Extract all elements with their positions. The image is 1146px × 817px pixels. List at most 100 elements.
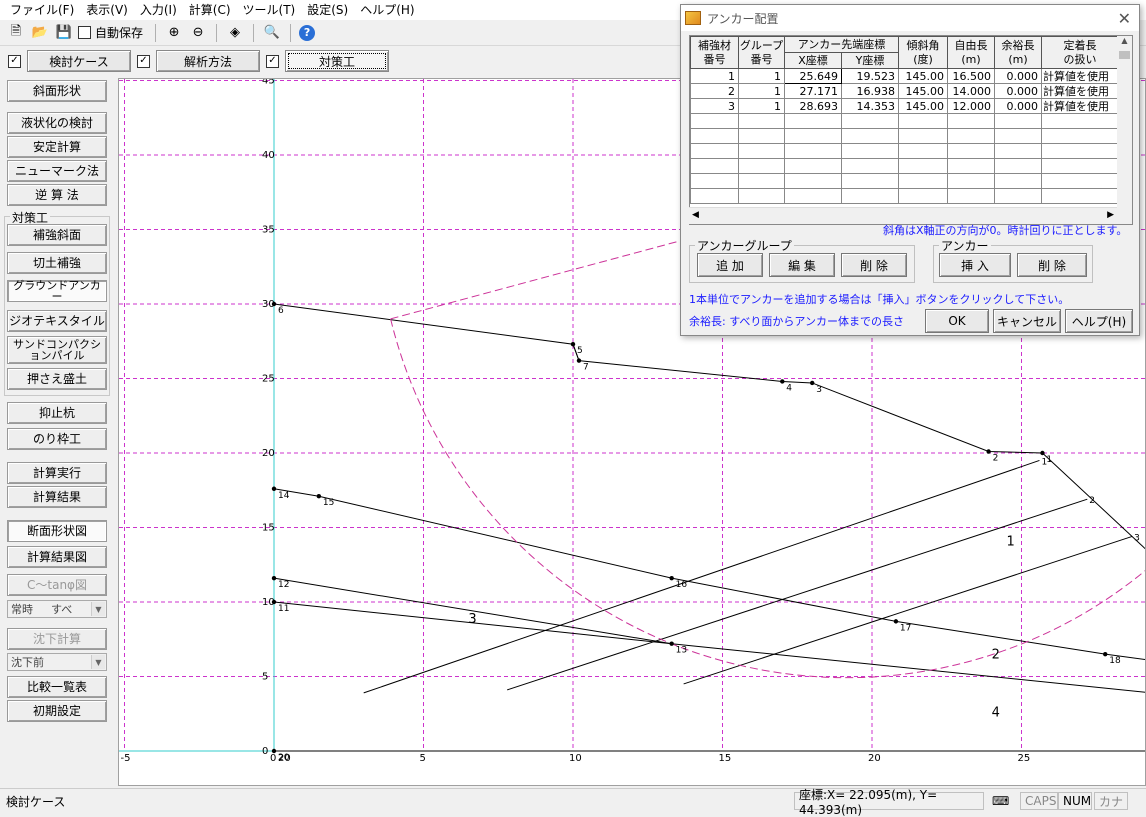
- initial-setting-button[interactable]: 初期設定: [7, 700, 107, 722]
- liquefaction-button[interactable]: 液状化の検討: [7, 112, 107, 134]
- table-cell-y[interactable]: [841, 188, 899, 204]
- table-cell-margin[interactable]: [994, 173, 1042, 189]
- table-cell-margin[interactable]: [994, 143, 1042, 159]
- geotextile-button[interactable]: ジオテキスタイル: [7, 310, 107, 332]
- table-cell-x[interactable]: [784, 158, 842, 174]
- edit-group-button[interactable]: 編 集: [769, 253, 835, 277]
- close-icon[interactable]: ✕: [1118, 9, 1131, 28]
- table-cell-x[interactable]: [784, 143, 842, 159]
- table-row[interactable]: 2 1 27.171 16.938 145.00 14.000 0.000 計算値を使用: [690, 83, 1119, 99]
- table-cell-no[interactable]: 2: [690, 83, 739, 99]
- zoom-in-icon[interactable]: ⊕: [164, 23, 184, 43]
- table-cell-group[interactable]: [738, 158, 785, 174]
- print-preview-icon[interactable]: 🔍: [262, 23, 282, 43]
- table-row[interactable]: 1 1 25.649 19.523 145.00 16.500 0.000 計算値を使用: [690, 68, 1119, 84]
- chevron-down-icon[interactable]: ▼: [91, 602, 105, 616]
- table-cell-margin[interactable]: [994, 188, 1042, 204]
- ok-button[interactable]: OK: [925, 309, 989, 333]
- table-cell-angle[interactable]: 145.00: [898, 98, 948, 114]
- table-cell-margin[interactable]: [994, 158, 1042, 174]
- table-row[interactable]: [690, 113, 1119, 129]
- table-cell-angle[interactable]: [898, 113, 948, 129]
- table-cell-y[interactable]: 14.353: [841, 98, 899, 114]
- delete-group-button[interactable]: 削 除: [841, 253, 907, 277]
- table-cell-x[interactable]: 27.171: [784, 83, 842, 99]
- cancel-button[interactable]: キャンセル: [993, 309, 1061, 333]
- run-calc-button[interactable]: 計算実行: [7, 462, 107, 484]
- help-button[interactable]: ヘルプ(H): [1065, 309, 1133, 333]
- table-cell-no[interactable]: [690, 173, 739, 189]
- menu-item[interactable]: ツール(T): [237, 0, 302, 20]
- table-row[interactable]: [690, 158, 1119, 174]
- table-cell-y[interactable]: [841, 158, 899, 174]
- table-cell-y[interactable]: [841, 113, 899, 129]
- section-view-button[interactable]: 断面形状図: [7, 520, 107, 542]
- zoom-out-icon[interactable]: ⊖: [188, 23, 208, 43]
- sand-compaction-button[interactable]: サンドコンパクションパイル: [7, 336, 107, 364]
- frame-button[interactable]: のり枠工: [7, 428, 107, 450]
- table-cell-y[interactable]: 16.938: [841, 83, 899, 99]
- cut-reinforce-button[interactable]: 切土補強: [7, 252, 107, 274]
- scroll-left-icon[interactable]: ◀: [692, 210, 699, 220]
- calc-result-button[interactable]: 計算結果: [7, 486, 107, 508]
- delete-anchor-button[interactable]: 削 除: [1017, 253, 1087, 277]
- menu-item[interactable]: 表示(V): [80, 0, 134, 20]
- table-cell-margin[interactable]: 0.000: [994, 98, 1042, 114]
- menu-item[interactable]: 入力(I): [134, 0, 183, 20]
- table-cell-group[interactable]: [738, 128, 785, 144]
- table-row[interactable]: 3 1 28.693 14.353 145.00 12.000 0.000 計算値を使用: [690, 98, 1119, 114]
- new-file-icon[interactable]: 🗎: [6, 23, 26, 43]
- insert-anchor-button[interactable]: 挿 入: [939, 253, 1011, 277]
- scroll-thumb[interactable]: [1119, 51, 1130, 59]
- table-cell-free[interactable]: [947, 113, 995, 129]
- table-cell-x[interactable]: 28.693: [784, 98, 842, 114]
- table-cell-group[interactable]: 1: [738, 68, 785, 84]
- table-cell-fixed[interactable]: 計算値を使用: [1041, 98, 1119, 114]
- back-calc-button[interactable]: 逆 算 法: [7, 184, 107, 206]
- table-cell-fixed[interactable]: 計算値を使用: [1041, 83, 1119, 99]
- table-cell-angle[interactable]: [898, 128, 948, 144]
- table-cell-fixed[interactable]: [1041, 143, 1119, 159]
- method-checkbox[interactable]: ✓: [137, 54, 150, 68]
- table-cell-free[interactable]: 12.000: [947, 98, 995, 114]
- scroll-right-icon[interactable]: ▶: [1107, 210, 1114, 220]
- scroll-up-icon[interactable]: ▲: [1117, 36, 1132, 51]
- table-cell-x[interactable]: [784, 173, 842, 189]
- table-cell-x[interactable]: [784, 128, 842, 144]
- layers-icon[interactable]: ◈: [225, 23, 245, 43]
- slope-shape-button[interactable]: 斜面形状: [7, 80, 107, 102]
- save-icon[interactable]: 💾: [54, 23, 74, 43]
- result-view-button[interactable]: 計算結果図: [7, 546, 107, 568]
- table-cell-y[interactable]: [841, 128, 899, 144]
- table-cell-no[interactable]: 1: [690, 68, 739, 84]
- table-cell-fixed[interactable]: 計算値を使用: [1041, 68, 1119, 84]
- countermeasure-button[interactable]: 対策工: [285, 50, 389, 72]
- ground-anchor-button[interactable]: グラウンドアンカー: [7, 280, 107, 302]
- table-cell-group[interactable]: 1: [738, 98, 785, 114]
- table-cell-angle[interactable]: [898, 173, 948, 189]
- add-group-button[interactable]: 追 加: [697, 253, 763, 277]
- table-cell-free[interactable]: [947, 158, 995, 174]
- reinforced-slope-button[interactable]: 補強斜面: [7, 224, 107, 246]
- newmark-button[interactable]: ニューマーク法: [7, 160, 107, 182]
- menu-item[interactable]: ヘルプ(H): [354, 0, 420, 20]
- table-cell-free[interactable]: [947, 143, 995, 159]
- table-cell-angle[interactable]: 145.00: [898, 83, 948, 99]
- table-cell-group[interactable]: 1: [738, 83, 785, 99]
- chevron-down-icon[interactable]: ▼: [91, 655, 105, 669]
- grid-vertical-scrollbar[interactable]: ▲: [1117, 36, 1132, 224]
- table-cell-y[interactable]: [841, 143, 899, 159]
- table-cell-angle[interactable]: [898, 143, 948, 159]
- table-row[interactable]: [690, 128, 1119, 144]
- table-cell-no[interactable]: [690, 143, 739, 159]
- table-cell-angle[interactable]: [898, 158, 948, 174]
- table-row[interactable]: [690, 188, 1119, 204]
- table-cell-margin[interactable]: [994, 128, 1042, 144]
- table-cell-fixed[interactable]: [1041, 113, 1119, 129]
- table-cell-margin[interactable]: [994, 113, 1042, 129]
- table-cell-no[interactable]: [690, 113, 739, 129]
- table-cell-group[interactable]: [738, 113, 785, 129]
- settlement-calc-button[interactable]: 沈下計算: [7, 628, 107, 650]
- table-cell-fixed[interactable]: [1041, 188, 1119, 204]
- case-checkbox[interactable]: ✓: [8, 54, 21, 68]
